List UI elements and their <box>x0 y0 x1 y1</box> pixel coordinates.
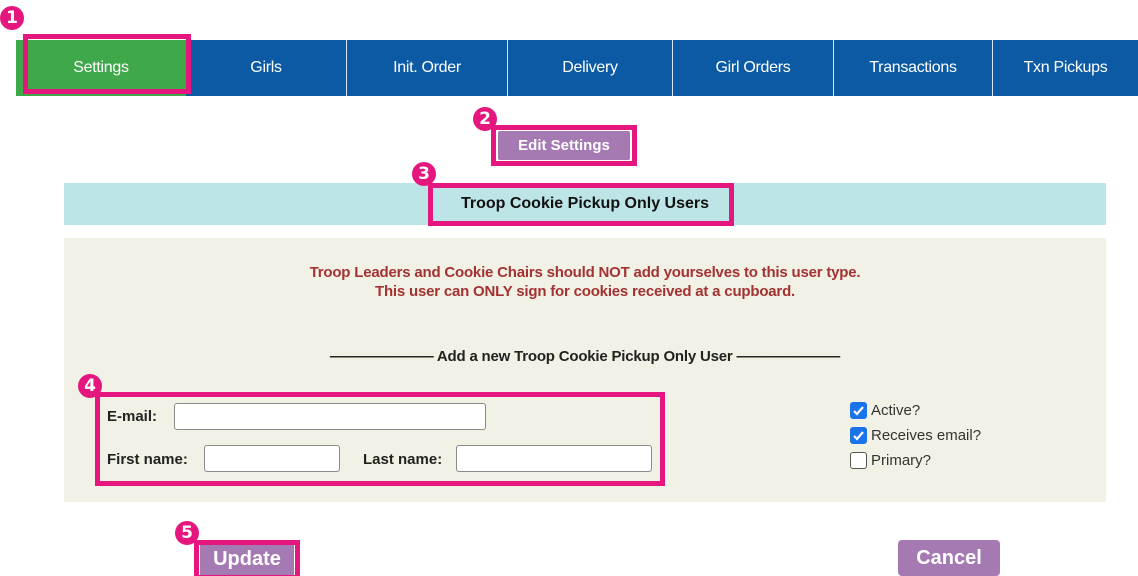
callout-badge-4: 4 <box>78 374 102 398</box>
primary-checkbox-row[interactable]: Primary? <box>850 452 931 469</box>
nav-divider <box>507 40 508 96</box>
callout-badge-3: 3 <box>412 162 436 186</box>
tab-init-order[interactable]: Init. Order <box>347 40 507 96</box>
callout-box-settings <box>23 34 191 94</box>
receives-email-checkbox-label: Receives email? <box>871 427 982 444</box>
tab-girl-orders[interactable]: Girl Orders <box>673 40 833 96</box>
tab-txn-pickups[interactable]: Txn Pickups <box>993 40 1138 96</box>
tab-girls[interactable]: Girls <box>186 40 346 96</box>
nav-divider <box>992 40 993 96</box>
callout-box-section-title <box>428 183 734 226</box>
active-checkbox[interactable] <box>850 402 867 419</box>
nav-divider <box>672 40 673 96</box>
callout-badge-1: 1 <box>0 6 24 30</box>
primary-checkbox-label: Primary? <box>871 452 932 469</box>
active-checkbox-label: Active? <box>871 402 921 419</box>
active-checkbox-row[interactable]: Active? <box>850 402 920 419</box>
callout-badge-5: 5 <box>175 521 199 545</box>
warning-line-2: This user can ONLY sign for cookies rece… <box>374 283 795 300</box>
callout-badge-2: 2 <box>473 107 497 131</box>
check-icon <box>853 406 864 416</box>
check-icon <box>853 431 864 441</box>
receives-email-checkbox[interactable] <box>850 427 867 444</box>
tab-delivery[interactable]: Delivery <box>508 40 672 96</box>
receives-email-checkbox-row[interactable]: Receives email? <box>850 427 981 444</box>
tab-transactions[interactable]: Transactions <box>834 40 992 96</box>
add-user-title: ——————— Add a new Troop Cookie Pickup On… <box>329 348 841 365</box>
nav-divider <box>833 40 834 96</box>
warning-line-1: Troop Leaders and Cookie Chairs should N… <box>309 264 861 281</box>
nav-divider <box>346 40 347 96</box>
callout-box-update <box>194 540 300 576</box>
callout-box-edit-settings <box>491 125 637 166</box>
primary-checkbox[interactable] <box>850 452 867 469</box>
cancel-button[interactable]: Cancel <box>898 540 1000 576</box>
callout-box-user-fields <box>95 392 665 486</box>
